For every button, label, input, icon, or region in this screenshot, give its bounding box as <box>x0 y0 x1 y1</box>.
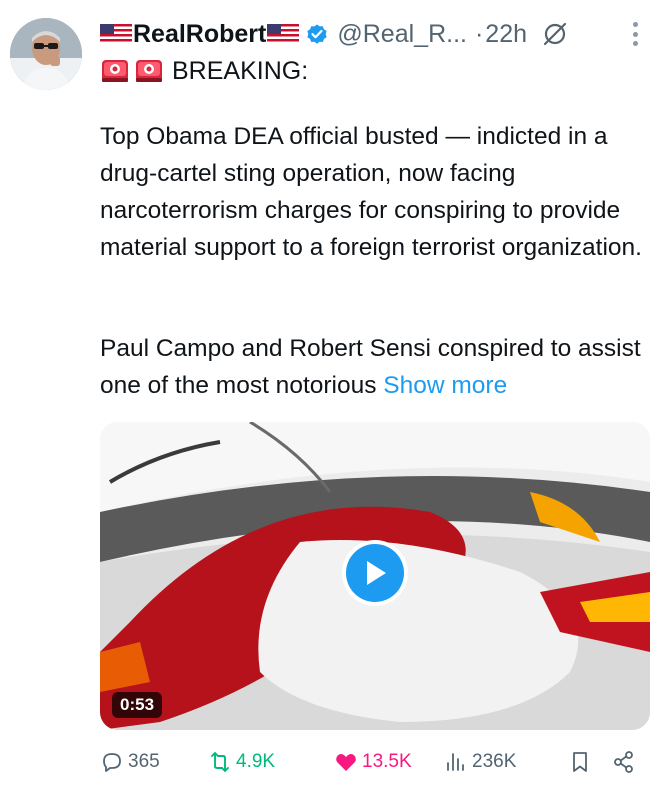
siren-icon <box>134 56 164 86</box>
avatar[interactable] <box>10 18 82 90</box>
heart-icon <box>336 754 356 771</box>
tweet-paragraph-2: Paul Campo and Robert Sensi conspired to… <box>100 330 648 404</box>
play-icon <box>346 544 404 602</box>
tweet-header: RealRobert @Real_R... · 22h <box>100 14 640 54</box>
tweet-paragraph-2-text: Paul Campo and Robert Sensi conspired to… <box>100 335 641 399</box>
reply-count: 365 <box>128 751 160 772</box>
reply-button[interactable]: 365 <box>100 750 208 774</box>
us-flag-icon <box>267 24 300 44</box>
repost-button[interactable]: 4.9K <box>208 750 334 774</box>
repost-icon <box>211 752 229 772</box>
tweet-paragraph-1: Top Obama DEA official busted — indicted… <box>100 123 642 261</box>
action-bar: 365 4.9K 13.5K 236K <box>100 744 652 780</box>
separator-dot: · <box>474 19 484 48</box>
breaking-line: BREAKING: <box>100 54 308 88</box>
show-more-link[interactable]: Show more <box>383 372 507 399</box>
play-button[interactable] <box>342 540 408 606</box>
like-count: 13.5K <box>362 751 412 772</box>
breaking-label: BREAKING: <box>172 56 309 85</box>
bookmark-button[interactable] <box>568 750 604 774</box>
share-icon <box>614 751 633 773</box>
more-options-icon[interactable] <box>625 18 645 50</box>
video-player[interactable]: 0:53 <box>100 422 650 730</box>
reply-icon <box>103 753 121 772</box>
grok-icon[interactable] <box>541 20 569 48</box>
tweet-timestamp[interactable]: 22h <box>485 20 527 49</box>
like-button[interactable]: 13.5K <box>334 750 444 774</box>
views-button[interactable]: 236K <box>444 750 564 774</box>
author-display-name[interactable]: RealRobert <box>133 20 266 49</box>
repost-count: 4.9K <box>236 751 276 772</box>
views-icon <box>447 753 464 771</box>
share-button[interactable] <box>612 750 648 774</box>
author-handle[interactable]: @Real_R... <box>337 20 467 49</box>
bookmark-icon <box>573 752 587 772</box>
siren-icon <box>100 56 130 86</box>
us-flag-icon <box>100 24 132 44</box>
view-count: 236K <box>472 751 517 772</box>
video-duration: 0:53 <box>112 692 163 718</box>
verified-badge-icon[interactable] <box>305 22 329 46</box>
